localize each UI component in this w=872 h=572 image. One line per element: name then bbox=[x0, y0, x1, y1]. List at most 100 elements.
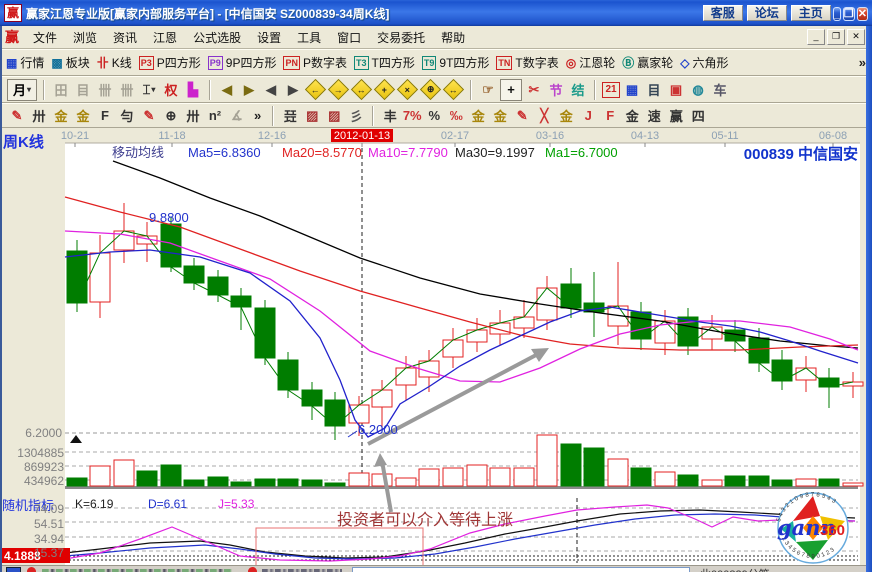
toolbar1-more-chevron[interactable]: » bbox=[859, 55, 866, 70]
flag-pen-button[interactable]: ✎ bbox=[512, 106, 532, 126]
menu-tools[interactable]: 工具 bbox=[289, 27, 329, 48]
status-input-field[interactable] bbox=[352, 567, 690, 572]
menu-file[interactable]: 文件 bbox=[25, 27, 65, 48]
web-save-button[interactable]: ◍ bbox=[688, 80, 708, 100]
calendar21-button[interactable]: 21 bbox=[602, 82, 620, 98]
spiral-button[interactable]: 勻 bbox=[117, 106, 137, 126]
toolbar3-more-chevron[interactable]: » bbox=[254, 108, 261, 123]
speed-line-button[interactable]: 速 bbox=[644, 106, 664, 126]
f-angle-button[interactable]: F bbox=[600, 106, 620, 126]
calculator-button[interactable]: ▦ bbox=[622, 80, 642, 100]
menu-formula-stockpick[interactable]: 公式选股 bbox=[185, 27, 249, 48]
volume-chart-button[interactable]: ▙ bbox=[183, 80, 203, 100]
frame-tool-button[interactable]: 㠭 bbox=[280, 106, 300, 126]
save-button[interactable]: ▣ bbox=[666, 80, 686, 100]
homepage-button[interactable]: 主页 bbox=[791, 5, 831, 21]
grid-lines-button[interactable]: 卅 bbox=[29, 106, 49, 126]
quote-table-button[interactable]: ▦行情 bbox=[6, 54, 44, 71]
last-page-button[interactable]: ▶ bbox=[239, 80, 259, 100]
mdi-restore-button[interactable]: ❐ bbox=[827, 29, 845, 45]
gold-grid2-button[interactable]: 金 bbox=[73, 106, 93, 126]
permille-button[interactable]: ‰ bbox=[446, 106, 466, 126]
toolbar-separator bbox=[209, 80, 211, 100]
close-button[interactable]: ✕ bbox=[857, 7, 868, 21]
gann-wheel-button[interactable]: ◎江恩轮 bbox=[566, 54, 616, 71]
menu-help[interactable]: 帮助 bbox=[433, 27, 473, 48]
channel-button[interactable]: 丰 bbox=[380, 106, 400, 126]
wave-tool-button[interactable]: ╳ bbox=[534, 106, 554, 126]
pan-hand-button[interactable]: ☞ bbox=[478, 80, 498, 100]
draw-pen2-button[interactable]: ✎ bbox=[139, 106, 159, 126]
gold-circle-button[interactable]: 金 bbox=[468, 106, 488, 126]
winner-line-button[interactable]: 赢 bbox=[666, 106, 686, 126]
t-square-button-label: T四方形 bbox=[372, 54, 415, 71]
gann-diamond-plus-button[interactable]: + bbox=[374, 79, 395, 100]
crosshair-button[interactable]: + bbox=[500, 79, 522, 101]
n-square-button[interactable]: n² bbox=[205, 106, 225, 126]
gold-section-button[interactable]: 金 bbox=[490, 106, 510, 126]
mdi-minimize-button[interactable]: _ bbox=[807, 29, 825, 45]
hash-lines-button[interactable]: 卅 bbox=[183, 106, 203, 126]
t-square-button[interactable]: T3T四方形 bbox=[354, 54, 415, 71]
p-number-table-button[interactable]: PNP数字表 bbox=[283, 54, 347, 71]
period-month-button-dropdown-arrow[interactable]: ▾ bbox=[27, 85, 31, 94]
first-page-button[interactable]: ◀ bbox=[217, 80, 237, 100]
prev-bar-button[interactable]: ◀ bbox=[261, 80, 281, 100]
hexagon-button[interactable]: ◇六角形 bbox=[680, 54, 728, 71]
mdi-close-button[interactable]: ✕ bbox=[847, 29, 865, 45]
candle-style-button-dropdown-arrow[interactable]: ▾ bbox=[151, 85, 155, 94]
menu-trade[interactable]: 交易委托 bbox=[369, 27, 433, 48]
circle-grid-button[interactable]: ⊕ bbox=[161, 106, 181, 126]
maximize-button[interactable]: ❐ bbox=[843, 7, 855, 21]
kdj-scale-4: 15.37 bbox=[34, 546, 64, 560]
p-square-button[interactable]: P3P四方形 bbox=[139, 54, 201, 71]
window-border-right[interactable] bbox=[866, 26, 872, 572]
menu-browse[interactable]: 浏览 bbox=[65, 27, 105, 48]
ray-fan-button[interactable]: ▨ bbox=[302, 106, 322, 126]
menu-window[interactable]: 窗口 bbox=[329, 27, 369, 48]
gann-diamond-oplus-button[interactable]: ⊕ bbox=[420, 79, 441, 100]
minimize-button[interactable]: _ bbox=[833, 7, 841, 21]
shade-box-button[interactable]: ▨ bbox=[324, 106, 344, 126]
menu-settings[interactable]: 设置 bbox=[249, 27, 289, 48]
chart-canvas[interactable]: 10-2111-1812-162012-01-1302-1703-1604-13… bbox=[0, 128, 872, 565]
notes-button[interactable]: 目 bbox=[644, 80, 664, 100]
menu-news[interactable]: 资讯 bbox=[105, 27, 145, 48]
percent-button[interactable]: % bbox=[424, 106, 444, 126]
exright-button[interactable]: 权 bbox=[161, 80, 181, 100]
gann-diamond-lr-button[interactable]: ↔ bbox=[351, 79, 372, 100]
season-tool-button[interactable]: 节 bbox=[546, 80, 566, 100]
gold-grid-button[interactable]: 金 bbox=[51, 106, 71, 126]
gann-diamond-wide-button[interactable]: ↔ bbox=[443, 79, 464, 100]
draw-pen-button[interactable]: ✎ bbox=[7, 106, 27, 126]
parallel-lines-button[interactable]: 彡 bbox=[346, 106, 366, 126]
next-bar-button[interactable]: ▶ bbox=[283, 80, 303, 100]
9t-square-button[interactable]: T99T四方形 bbox=[422, 54, 490, 71]
gold-fan-button[interactable]: 金 bbox=[622, 106, 642, 126]
forum-button[interactable]: 论坛 bbox=[747, 5, 787, 21]
four-line-button[interactable]: 四 bbox=[688, 106, 708, 126]
date-label: 04-13 bbox=[631, 130, 659, 142]
gann-diamond-x-button[interactable]: × bbox=[397, 79, 418, 100]
gold-angle-button[interactable]: 金 bbox=[556, 106, 576, 126]
report-button: 目 bbox=[73, 80, 93, 100]
9p-square-button[interactable]: P99P四方形 bbox=[208, 54, 277, 71]
gann-diamond-right-button[interactable]: → bbox=[328, 79, 349, 100]
t-number-table-button[interactable]: TNT数字表 bbox=[496, 54, 558, 71]
winner-wheel-button[interactable]: Ⓑ赢家轮 bbox=[622, 54, 673, 71]
j-angle-button[interactable]: J bbox=[578, 106, 598, 126]
kline-button[interactable]: 卝K线 bbox=[97, 54, 132, 71]
period-month-button[interactable]: 月▾ bbox=[7, 79, 37, 101]
data-transfer-button[interactable]: 车 bbox=[710, 80, 730, 100]
candle-style-button[interactable]: ⌶▾ bbox=[139, 80, 159, 100]
sector-button[interactable]: ▩板块 bbox=[51, 54, 89, 71]
customer-service-button[interactable]: 客服 bbox=[703, 5, 743, 21]
gann-diamond-left-button[interactable]: ← bbox=[305, 79, 326, 100]
percent-angle-button[interactable]: 7% bbox=[402, 106, 422, 126]
gann-diamond-x-button-glyph: × bbox=[405, 84, 410, 94]
status-bar: 此000839分笔 bbox=[0, 565, 872, 572]
line-group-button[interactable]: 结 bbox=[568, 80, 588, 100]
pick-tool-button[interactable]: ✂ bbox=[524, 80, 544, 100]
menu-gann[interactable]: 江恩 bbox=[145, 27, 185, 48]
f-grid-button[interactable]: F bbox=[95, 106, 115, 126]
